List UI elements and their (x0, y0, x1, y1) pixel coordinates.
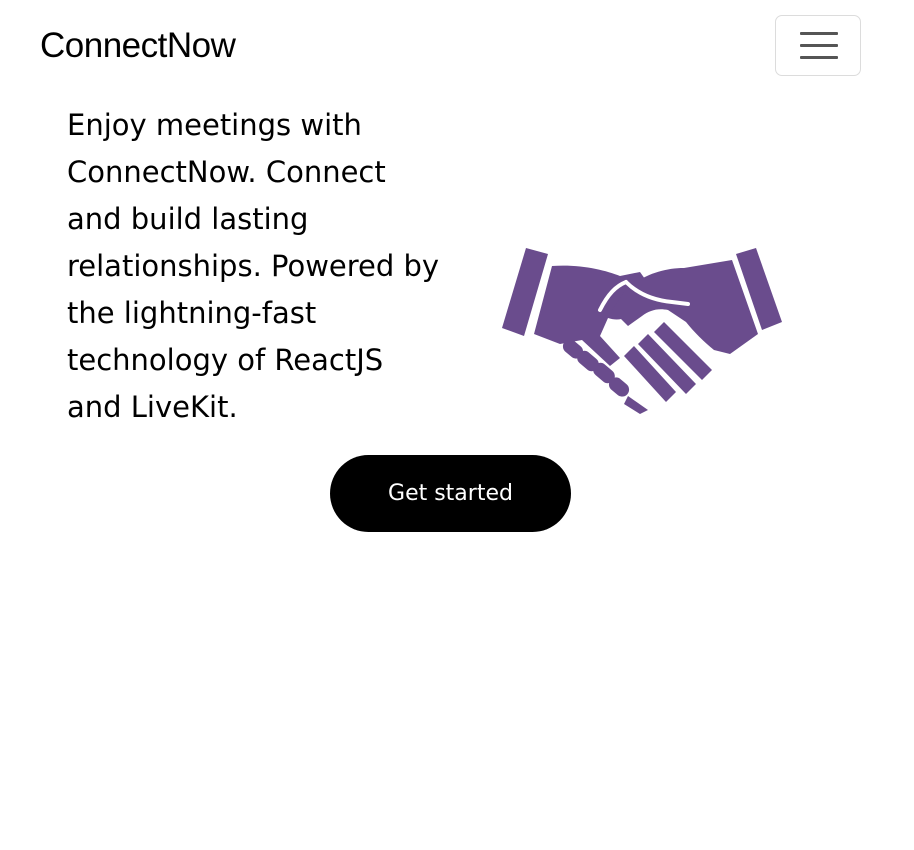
brand-logo[interactable]: ConnectNow (40, 24, 236, 68)
get-started-button[interactable]: Get started (330, 455, 571, 532)
hero-description: Enjoy meetings with ConnectNow. Connect … (67, 108, 440, 424)
handshake-icon (502, 248, 782, 414)
navbar-toggle-button[interactable] (775, 15, 861, 76)
hamburger-menu-icon (800, 32, 838, 60)
